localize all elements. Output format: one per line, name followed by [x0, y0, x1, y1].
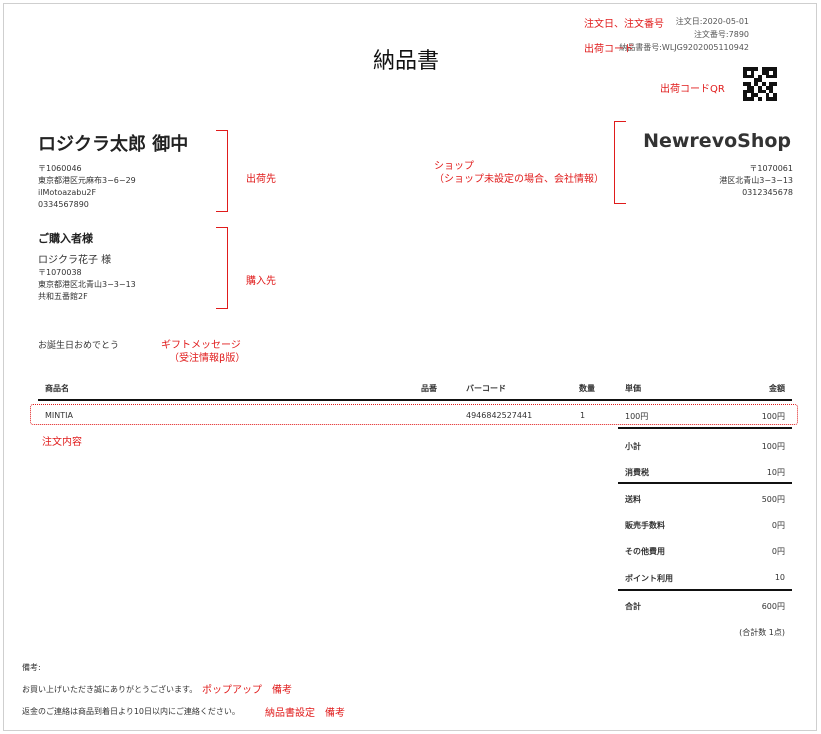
- notes-line1: お買い上げいただき誠にありがとうございます。: [22, 685, 198, 694]
- order-date-label: 注文日:: [675, 17, 703, 26]
- shipping-label: 送料: [625, 495, 641, 504]
- shop-phone: 0312345678: [742, 188, 793, 197]
- recipient-postal: 〒1060046: [38, 164, 82, 173]
- fee-label: 販売手数料: [625, 521, 665, 530]
- slip-number: WLJG9202005110942: [661, 43, 749, 52]
- shipping-value: 500円: [761, 495, 785, 504]
- fee-value: 0円: [771, 521, 785, 530]
- order-number: 7890: [728, 30, 749, 39]
- col-header-unit-price: 単価: [625, 384, 641, 393]
- annotation-ship-to: 出荷先: [246, 174, 276, 185]
- col-header-sku: 品番: [421, 384, 437, 393]
- order-date: 2020-05-01: [702, 17, 750, 26]
- purchaser-address2: 共和五番館2F: [38, 292, 88, 301]
- other-label: その他費用: [625, 547, 665, 556]
- order-contents-highlight: [30, 404, 798, 425]
- purchaser-name: ロジクラ花子 様: [38, 255, 112, 266]
- gift-message: お誕生日おめでとう: [38, 341, 120, 351]
- tax-label: 消費税: [625, 468, 649, 477]
- purchaser-address1: 東京都港区北青山3−3−13: [38, 280, 136, 289]
- ship-to-bracket: [216, 130, 228, 212]
- tax-value: 10円: [766, 468, 785, 477]
- slip-number-line: 納品書番号:WLJG9202005110942: [619, 41, 749, 54]
- col-header-barcode: バーコード: [466, 384, 506, 393]
- purchaser-bracket: [216, 227, 228, 309]
- recipient-name: ロジクラ太郎 御中: [38, 134, 189, 155]
- document-title: 納品書: [373, 49, 440, 74]
- total-label: 合計: [625, 602, 641, 611]
- order-number-label: 注文番号:: [693, 30, 729, 39]
- shop-postal: 〒1070061: [749, 164, 793, 173]
- recipient-address2: ilMotoazabu2F: [38, 188, 97, 197]
- annotation-shipping-code: 出荷コード: [584, 44, 634, 55]
- shop-bracket: [614, 121, 626, 204]
- annotation-purchaser: 購入先: [246, 276, 276, 287]
- notes-line2: 返金のご連絡は商品到着日より10日以内にご連絡ください。: [22, 707, 240, 716]
- total-value: 600円: [761, 602, 785, 611]
- recipient-phone: 0334567890: [38, 200, 89, 209]
- item-count-note: (合計数 1点): [739, 628, 785, 637]
- summary-total-rule: [618, 589, 792, 591]
- shop-address-line: 港区北青山3−3−13: [719, 176, 793, 185]
- annotation-shop-note: （ショップ未設定の場合、会社情報）: [434, 174, 604, 185]
- subtotal-label: 小計: [625, 442, 641, 451]
- purchaser-heading: ご購入者様: [38, 232, 93, 245]
- shipping-qr-code: [743, 67, 777, 101]
- points-value: 10: [774, 573, 785, 582]
- shop-address: 〒1070061 港区北青山3−3−13 0312345678: [719, 163, 793, 199]
- recipient-address1: 東京都港区元麻布3−6−29: [38, 176, 136, 185]
- subtotal-value: 100円: [761, 442, 785, 451]
- annotation-order-contents: 注文内容: [42, 437, 82, 448]
- document-page: [3, 3, 817, 731]
- other-value: 0円: [771, 547, 785, 556]
- purchaser-postal: 〒1070038: [38, 268, 82, 277]
- summary-top-rule: [618, 427, 792, 429]
- annotation-gift-note: （受注情報β版）: [169, 353, 246, 364]
- points-label: ポイント利用: [625, 574, 673, 583]
- summary-mid-rule: [618, 482, 792, 484]
- purchaser-address: 〒1070038 東京都港区北青山3−3−13 共和五番館2F: [38, 267, 136, 303]
- table-header-rule: [38, 399, 792, 401]
- annotation-popup-note: ポップアップ 備考: [202, 685, 292, 696]
- shop-name: NewrevoShop: [643, 130, 791, 152]
- recipient-address: 〒1060046 東京都港区元麻布3−6−29 ilMotoazabu2F 03…: [38, 163, 136, 211]
- notes-label: 備考:: [22, 663, 41, 672]
- annotation-order-info: 注文日、注文番号: [584, 19, 664, 30]
- col-header-qty: 数量: [579, 384, 595, 393]
- annotation-shipping-qr: 出荷コードQR: [660, 84, 725, 95]
- col-header-amount: 金額: [769, 384, 785, 393]
- annotation-slip-setting-note: 納品書設定 備考: [265, 708, 345, 719]
- col-header-product: 商品名: [45, 384, 69, 393]
